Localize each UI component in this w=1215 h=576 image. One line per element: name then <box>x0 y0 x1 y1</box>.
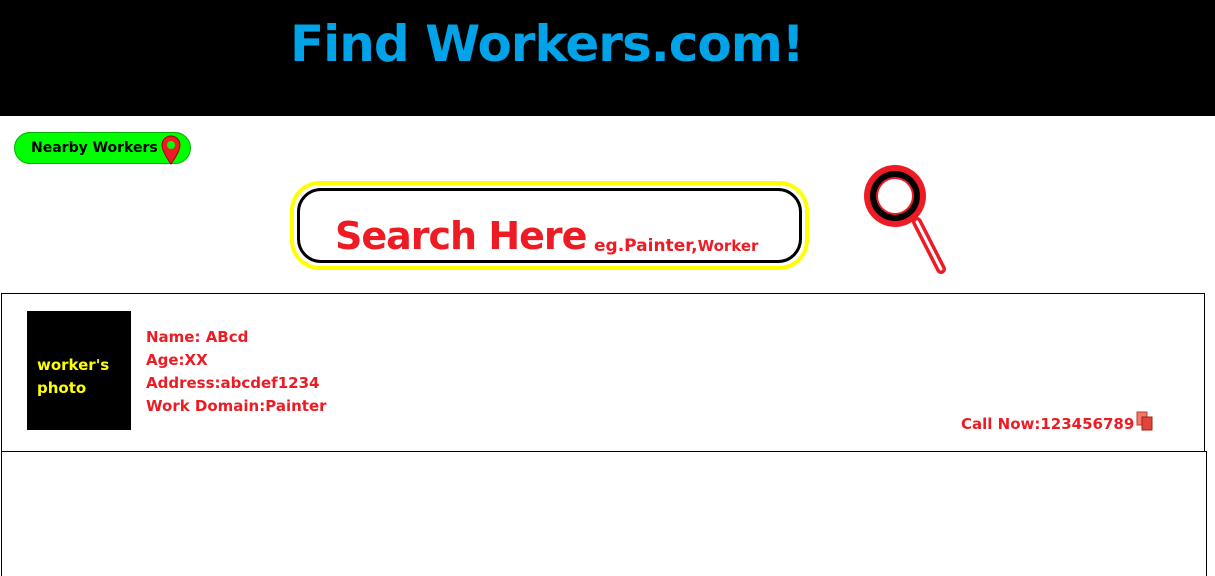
worker-photo-label: worker's photo <box>37 356 110 397</box>
call-now-link[interactable]: Call Now:123456789 <box>961 417 1134 432</box>
location-pin-icon <box>161 135 181 165</box>
worker-address: Address:abcdef1234 <box>146 374 320 392</box>
worker-work-domain: Work Domain:Painter <box>146 397 327 415</box>
site-title: Find Workers.com! <box>290 15 805 73</box>
search-hint: eg.Painter,Worker <box>594 237 758 256</box>
search-input[interactable]: Search Here eg.Painter,Worker <box>290 181 809 270</box>
search-hint-main: eg.Painter, <box>594 236 698 256</box>
results-panel <box>1 451 1207 576</box>
search-placeholder: Search Here <box>335 214 587 258</box>
site-header: Find Workers.com! <box>0 0 1215 116</box>
copy-icon[interactable] <box>1135 411 1155 433</box>
nearby-workers-label: Nearby Workers <box>31 140 158 156</box>
magnifier-icon[interactable] <box>855 160 950 276</box>
search-hint-small: Worker <box>697 237 759 255</box>
worker-card: worker's photo Name: ABcd Age:XX Address… <box>1 293 1205 452</box>
worker-age: Age:XX <box>146 351 208 369</box>
nearby-workers-button[interactable]: Nearby Workers <box>14 132 191 165</box>
worker-name: Name: ABcd <box>146 328 249 346</box>
worker-photo: worker's photo <box>27 311 131 430</box>
